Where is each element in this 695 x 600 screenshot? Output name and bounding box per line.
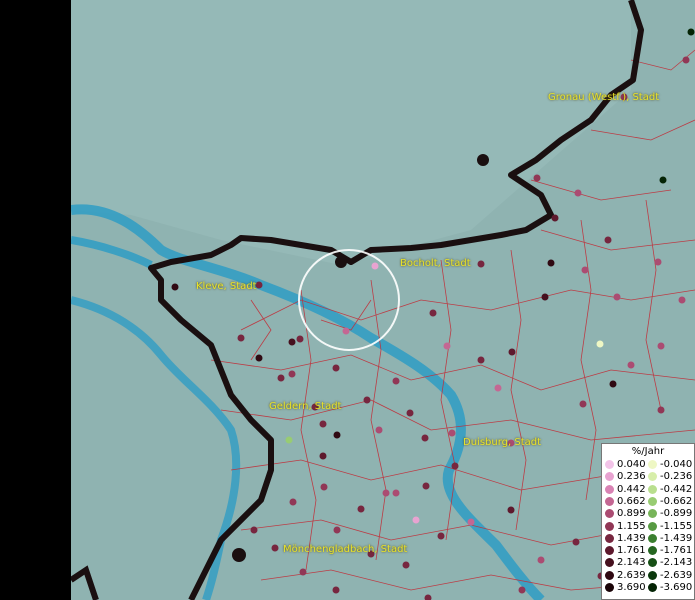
city-label-kleve: Kleve, Stadt [196, 281, 257, 292]
legend-label-positive: 0.236 [617, 471, 646, 483]
legend-swatch-positive [605, 484, 614, 494]
legend-label-negative: -0.662 [660, 495, 693, 507]
legend-swatch-negative [648, 521, 657, 531]
legend: %/Jahr 0.040 -0.040 0.236 -0.236 0.442 -0.442… [601, 443, 695, 600]
legend-swatch-positive [605, 558, 614, 568]
city-label-moenchengladbach: Mönchengladbach, Stadt [283, 544, 408, 555]
city-label-duisburg: Duisburg, Stadt [463, 437, 542, 448]
legend-row: 0.236 -0.236 [602, 471, 694, 483]
legend-swatch-positive [605, 570, 614, 580]
legend-row: 1.439 -1.439 [602, 533, 694, 545]
legend-swatch-negative [648, 460, 657, 469]
legend-swatch-positive [605, 546, 614, 556]
legend-label-positive: 2.639 [617, 569, 646, 581]
legend-label-positive: 1.439 [617, 532, 646, 544]
legend-label-negative: -0.899 [660, 508, 693, 520]
legend-label-negative: -1.155 [660, 520, 693, 532]
legend-label-positive: 0.442 [617, 483, 646, 495]
legend-row: 1.155 -1.155 [602, 521, 694, 533]
legend-label-positive: 1.761 [617, 545, 646, 557]
legend-label-positive: 1.155 [617, 520, 646, 532]
legend-label-negative: -2.639 [660, 569, 693, 581]
city-label-geldern: Geldern, Stadt [269, 401, 342, 412]
city-label-bocholt: Bocholt, Stadt [400, 258, 471, 269]
legend-swatch-positive [605, 496, 614, 506]
legend-swatch-positive [605, 533, 614, 543]
legend-label-positive: 0.662 [617, 495, 646, 507]
city-label-gronau: Gronau (Westf.), Stadt [548, 92, 660, 103]
legend-swatch-negative [648, 583, 657, 592]
legend-label-negative: -3.690 [660, 582, 693, 593]
legend-label-negative: -0.040 [660, 459, 693, 470]
legend-row: 1.761 -1.761 [602, 545, 694, 557]
legend-title: %/Jahr [631, 446, 665, 457]
legend-swatch-negative [648, 546, 657, 556]
legend-swatch-negative [648, 472, 657, 482]
legend-label-positive: 3.690 [617, 582, 646, 593]
legend-row: 0.662 -0.662 [602, 496, 694, 508]
legend-swatch-positive [605, 460, 614, 469]
legend-swatch-negative [648, 558, 657, 568]
legend-swatch-positive [605, 472, 614, 482]
legend-row: 0.040 -0.040 [602, 459, 694, 471]
legend-label-negative: -1.439 [660, 532, 693, 544]
legend-row: 2.639 -2.639 [602, 570, 694, 582]
legend-swatch-negative [648, 496, 657, 506]
legend-row: 0.899 -0.899 [602, 508, 694, 520]
legend-swatch-negative [648, 533, 657, 543]
legend-swatch-positive [605, 521, 614, 531]
legend-label-positive: 0.899 [617, 508, 646, 520]
legend-swatch-positive [605, 509, 614, 519]
legend-label-negative: -2.143 [660, 557, 693, 569]
legend-row: 2.143 -2.143 [602, 557, 694, 569]
legend-row: 0.442 -0.442 [602, 484, 694, 496]
legend-swatch-negative [648, 509, 657, 519]
legend-label-negative: -1.761 [660, 545, 693, 557]
legend-label-positive: 0.040 [617, 459, 646, 470]
legend-row: 3.690 -3.690 [602, 582, 694, 594]
left-margin [0, 0, 71, 600]
legend-swatch-negative [648, 484, 657, 494]
legend-label-positive: 2.143 [617, 557, 646, 569]
legend-label-negative: -0.442 [660, 483, 693, 495]
legend-label-negative: -0.236 [660, 471, 693, 483]
map-viewer: Gronau (Westf.), Stadt Bocholt, Stadt Kl… [0, 0, 695, 600]
legend-swatch-positive [605, 583, 614, 592]
legend-swatch-negative [648, 570, 657, 580]
